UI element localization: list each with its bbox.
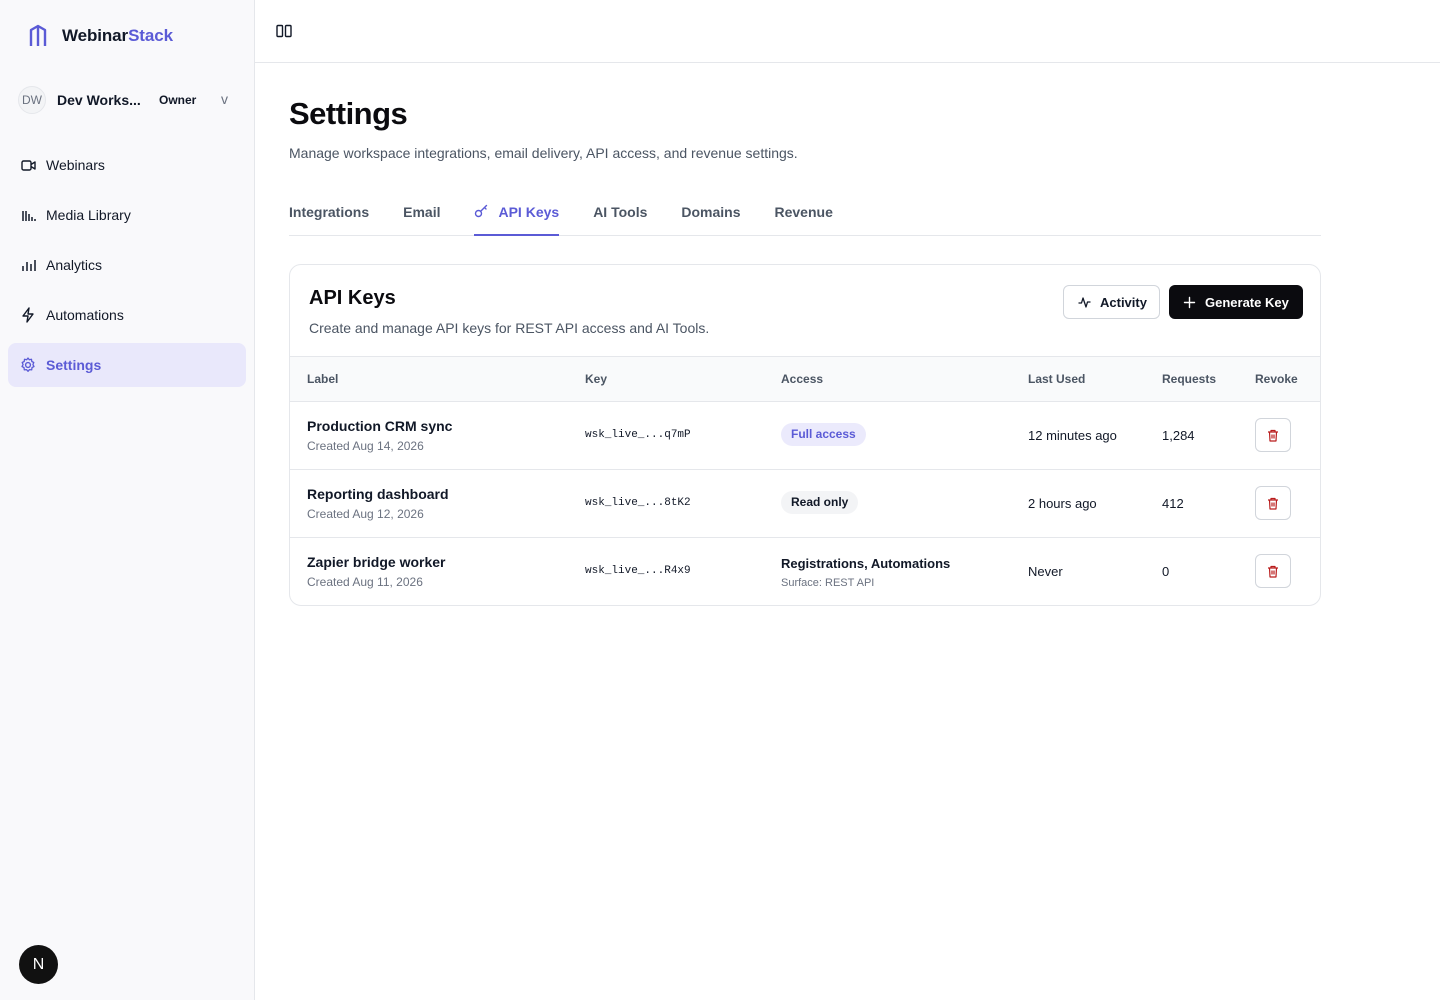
brand[interactable]: WebinarStack	[28, 24, 173, 48]
last-used: 12 minutes ago	[1028, 428, 1117, 443]
sidebar-item-label: Analytics	[46, 257, 103, 273]
sidebar-item-label: Webinars	[46, 157, 105, 173]
brand-name: WebinarStack	[62, 26, 173, 45]
activity-button[interactable]: Activity	[1063, 285, 1160, 319]
column-header-revoke: Revoke	[1255, 372, 1298, 386]
key-value: wsk_live_...8tK2	[585, 497, 691, 509]
sidebar-item-media-library[interactable]: Media Library	[8, 193, 246, 237]
tab-label: Domains	[681, 204, 741, 220]
lightning-icon	[20, 307, 36, 323]
access-cell: Read only	[781, 491, 859, 514]
tab-label: API Keys	[498, 204, 560, 220]
column-header-requests: Requests	[1162, 372, 1217, 386]
access-surface: Surface: REST API	[781, 577, 875, 589]
request-count: 412	[1162, 496, 1184, 511]
workspace-role: Owner	[159, 93, 197, 107]
brand-logo-icon	[29, 24, 47, 46]
key-value: wsk_live_...q7mP	[585, 429, 691, 441]
sidebar-toggle-icon[interactable]	[276, 24, 292, 38]
key-label-cell: Production CRM sync Created Aug 14, 2026	[307, 418, 452, 453]
tab-label: Email	[403, 204, 441, 220]
column-header-key: Key	[585, 372, 608, 386]
last-used: Never	[1028, 564, 1063, 579]
generate-key-button[interactable]: Generate Key	[1169, 285, 1303, 319]
trash-icon	[1268, 429, 1278, 442]
sidebar-item-label: Media Library	[46, 207, 131, 223]
tab-label: AI Tools	[593, 204, 648, 220]
sidebar-item-automations[interactable]: Automations	[8, 293, 246, 337]
sidebar-item-analytics[interactable]: Analytics	[8, 243, 246, 287]
gear-icon	[20, 357, 36, 373]
revoke-button[interactable]	[1255, 486, 1291, 520]
activity-button-label: Activity	[1100, 294, 1147, 310]
topbar	[255, 0, 1440, 63]
key-created-date: Created Aug 14, 2026	[307, 439, 424, 453]
sidebar-item-settings[interactable]: Settings	[8, 343, 246, 387]
last-used: 2 hours ago	[1028, 496, 1097, 511]
request-count: 0	[1162, 564, 1170, 579]
page-title: Settings	[289, 96, 408, 131]
workspace-switcher[interactable]: DW Dev Works... Owner v	[18, 85, 238, 115]
table-row: Production CRM sync Created Aug 14, 2026…	[290, 402, 1320, 470]
sidebar: WebinarStack DW Dev Works... Owner v Web…	[0, 0, 255, 1000]
table-row: Reporting dashboard Created Aug 12, 2026…	[290, 470, 1320, 538]
tab-ai-tools[interactable]: AI Tools	[593, 196, 647, 236]
chevron-down-icon: v	[221, 91, 228, 107]
key-label: Production CRM sync	[307, 418, 453, 434]
api-keys-table: Label Key Access Last Used Requests Revo…	[290, 356, 1320, 605]
trash-icon	[1268, 497, 1278, 510]
tab-label: Revenue	[774, 204, 833, 220]
revoke-button[interactable]	[1255, 418, 1291, 452]
key-value: wsk_live_...R4x9	[585, 565, 691, 577]
card-title: API Keys	[309, 287, 396, 309]
table-row: Zapier bridge worker Created Aug 11, 202…	[290, 538, 1320, 605]
access-badge: Full access	[781, 423, 866, 446]
workspace-avatar: DW	[18, 86, 46, 114]
bar-chart-icon	[20, 257, 36, 273]
tab-revenue[interactable]: Revenue	[775, 196, 833, 236]
key-created-date: Created Aug 12, 2026	[307, 507, 424, 521]
key-label: Reporting dashboard	[307, 486, 449, 502]
media-library-icon	[20, 207, 36, 223]
settings-tabs: Integrations Email API Keys AI Tools Dom…	[289, 196, 1321, 236]
tab-domains[interactable]: Domains	[681, 196, 740, 236]
column-header-last-used: Last Used	[1028, 372, 1086, 386]
key-icon	[475, 204, 488, 218]
access-cell: Registrations, Automations Surface: REST…	[781, 556, 950, 589]
key-created-date: Created Aug 11, 2026	[307, 575, 423, 589]
revoke-button[interactable]	[1255, 554, 1291, 588]
access-scopes: Registrations, Automations	[781, 556, 951, 571]
sidebar-nav: Webinars Media Library Analytics Automat…	[8, 143, 246, 393]
access-badge: Read only	[781, 491, 859, 514]
tab-email[interactable]: Email	[403, 196, 440, 236]
access-cell: Full access	[781, 423, 866, 446]
workspace-name: Dev Works...	[57, 92, 141, 108]
key-label-cell: Zapier bridge worker Created Aug 11, 202…	[307, 554, 445, 589]
tab-api-keys[interactable]: API Keys	[474, 196, 560, 236]
generate-key-button-label: Generate Key	[1205, 294, 1289, 310]
key-label: Zapier bridge worker	[307, 554, 446, 570]
sidebar-item-label: Settings	[46, 357, 102, 373]
column-header-label: Label	[307, 372, 339, 386]
plus-icon	[1183, 296, 1196, 308]
column-header-access: Access	[781, 372, 824, 386]
trash-icon	[1268, 565, 1278, 578]
sidebar-item-label: Automations	[46, 307, 124, 323]
api-keys-card: API Keys Create and manage API keys for …	[289, 264, 1321, 606]
page-subtitle: Manage workspace integrations, email del…	[289, 145, 798, 161]
video-icon	[20, 157, 36, 173]
key-label-cell: Reporting dashboard Created Aug 12, 2026	[307, 486, 449, 521]
sidebar-item-webinars[interactable]: Webinars	[8, 143, 246, 187]
activity-icon	[1078, 296, 1091, 308]
tab-label: Integrations	[289, 204, 370, 220]
user-avatar[interactable]: N	[19, 945, 58, 984]
table-header: Label Key Access Last Used Requests Revo…	[290, 356, 1320, 402]
tab-integrations[interactable]: Integrations	[289, 196, 369, 236]
request-count: 1,284	[1162, 428, 1195, 443]
card-description: Create and manage API keys for REST API …	[309, 320, 710, 336]
